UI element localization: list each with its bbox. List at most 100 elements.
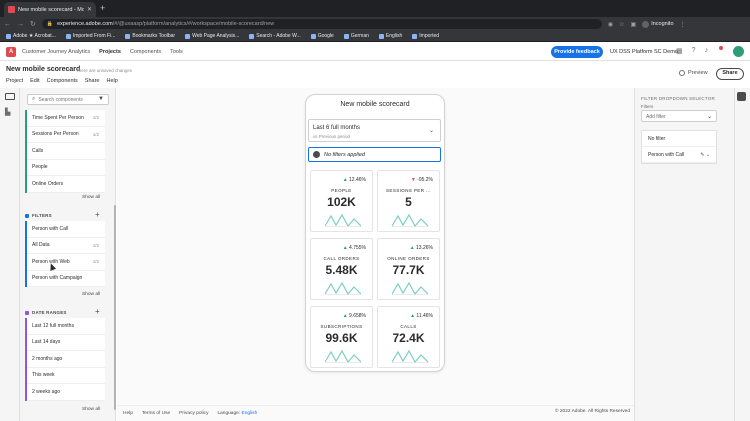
browser-menu-icon[interactable]: ⋮ [680,21,686,28]
provide-feedback-button[interactable]: Provide feedback [551,46,603,58]
sparkline [325,213,361,227]
menu-share[interactable]: Share [85,78,100,84]
bookmark-item[interactable]: Web Page Analysis... [185,33,239,39]
list-item[interactable]: No filter [642,131,716,147]
metric-tile[interactable]: ▲ 13.26% ONLINE ORDERS 77.7K [377,238,440,300]
filter-funnel-icon[interactable]: ▼ [98,96,104,102]
project-title[interactable]: New mobile scorecard [6,66,80,73]
browser-tab-bar [0,0,750,17]
star-icon[interactable]: ☆ [619,21,624,28]
bookmark-item[interactable]: English [378,33,402,39]
product-name[interactable]: Customer Journey Analytics [22,49,90,55]
menu-components[interactable]: Components [47,78,78,84]
filter-status: No filters applied [324,151,365,158]
footer-terms-link[interactable]: Terms of Use [142,411,170,416]
bookmark-item[interactable]: German [343,33,369,39]
add-date-range-icon[interactable]: + [95,307,100,316]
lock-icon: 🔒 [46,21,54,27]
list-item[interactable]: 2 weeks ago [25,384,105,401]
metric-value: 102K [327,195,356,209]
new-tab-button[interactable]: + [100,3,105,13]
list-item[interactable]: Online Orders [25,176,105,193]
percent-change: ▲ 9.658% [342,313,366,319]
incognito-icon [642,20,650,28]
panels-icon[interactable] [5,93,15,100]
edit-reorder-icon[interactable]: ✎ ⌄ [700,152,710,158]
bookmark-item[interactable]: Imported From Fi... [65,33,115,39]
list-item[interactable]: Sessions Per Person 1/2 [25,126,105,143]
filters-heading: FILTERS [25,213,52,218]
url-path: /#/@uxaasp/platform/analytics/#/workspac… [112,21,275,27]
metric-tile[interactable]: ▲ 9.658% SUBSCRIPTIONS 99.6K [310,306,373,368]
dates-show-all[interactable]: Show all [82,407,100,412]
back-icon[interactable]: ← [4,21,11,28]
menu-edit[interactable]: Edit [30,78,39,84]
apps-grid-icon[interactable]: ▦ [676,47,683,55]
nav-components[interactable]: Components [130,49,161,55]
bookmark-item[interactable]: Adobe ★ Acrobat... [6,33,56,39]
bookmark-item[interactable]: Imported [412,33,439,39]
metrics-show-all[interactable]: Show all [82,195,100,200]
list-item[interactable]: Last 14 days [25,334,105,351]
metric-tile[interactable]: ▲ 11.46% CALLS 72.4K [377,306,440,368]
nav-projects[interactable]: Projects [99,49,121,55]
bookmark-icon [412,33,418,39]
avatar[interactable] [733,46,744,57]
metric-tile[interactable]: ▲ 12.46% PEOPLE 102K [310,170,373,232]
percent-change: ▲ 11.46% [410,313,433,319]
browser-tab[interactable]: New mobile scorecard - Mob... ✕ [4,2,96,17]
footer-privacy-link[interactable]: Privacy policy [179,411,208,416]
list-item[interactable]: All Data 1/2 [25,237,105,254]
forward-icon[interactable]: → [17,21,24,28]
metric-tile[interactable]: ▼ -95.2% SESSIONS PER ... 5 [377,170,440,232]
search-input[interactable] [38,96,97,103]
adobe-logo[interactable]: A [6,46,16,57]
language-selector[interactable]: Language: English [217,411,257,416]
list-item[interactable]: This week [25,367,105,384]
bell-icon[interactable]: ♪ [705,47,709,55]
list-item[interactable]: Person with Web 1/2 [25,254,105,271]
date-range-dropdown[interactable]: Last 6 full months vs Previous period ⌄ [308,119,441,142]
settings-icon[interactable] [737,92,746,101]
panel-scrollbar[interactable] [114,205,116,410]
browser-toolbar: ← → ↻ 🔒 experience.adobe.com/#/@uxaasp/p… [0,17,750,31]
visualizations-icon[interactable]: ▙ [5,108,10,116]
nav-tools[interactable]: Tools [170,49,183,55]
list-item[interactable]: Person with Campaign [25,270,105,287]
add-filter-icon[interactable]: + [95,210,100,219]
footer-help-link[interactable]: Help [123,411,133,416]
org-name[interactable]: UX DSS Platform SC Demo [610,49,678,55]
percent-change: ▲ 12.46% [342,177,366,183]
share-button[interactable]: Share [716,68,744,80]
bookmark-item[interactable]: Bookmarks Toolbar [125,33,175,39]
list-item[interactable]: People [25,159,105,176]
filters-show-all[interactable]: Show all [82,292,100,297]
list-item[interactable]: Calls [25,143,105,160]
preview-button[interactable]: Preview [679,70,708,76]
list-item[interactable]: Person with Call ✎ ⌄ [642,147,716,163]
bookmark-item[interactable]: Google [310,33,334,39]
incognito-indicator[interactable]: Incognito [642,20,674,28]
close-tab-icon[interactable]: ✕ [87,6,92,13]
sparkline-chart [325,213,361,227]
metric-label: SESSIONS PER ... [386,188,431,193]
list-item[interactable]: Time Spent Per Person 1/2 [25,110,105,127]
address-bar[interactable]: 🔒 experience.adobe.com/#/@uxaasp/platfor… [41,19,602,29]
help-icon[interactable]: ? [692,47,696,55]
eye-off-icon[interactable]: ◉ [608,21,613,28]
filters-color-bar [25,221,27,287]
filter-dropdown[interactable]: No filters applied [308,147,441,162]
metric-tile[interactable]: ▲ 4.755% CALL ORDERS 5.48K [310,238,373,300]
bookmark-item[interactable]: Search - Adobe W... [249,33,301,39]
list-item[interactable]: Last 12 full months [25,318,105,335]
add-filter-select[interactable]: Add filter ⌄ [641,110,717,122]
search-components[interactable]: ⌕ [27,94,109,105]
extensions-icon[interactable]: ▣ [631,21,637,28]
reload-icon[interactable]: ↻ [30,20,36,28]
menu-help[interactable]: Help [106,78,117,84]
trend-arrow-icon: ▲ [342,245,348,251]
menu-project[interactable]: Project [6,78,23,84]
list-item[interactable]: 2 months ago [25,351,105,368]
list-item[interactable]: Person with Call [25,221,105,238]
panel-title: FILTER DROPDOWN SELECTOR [641,96,715,101]
